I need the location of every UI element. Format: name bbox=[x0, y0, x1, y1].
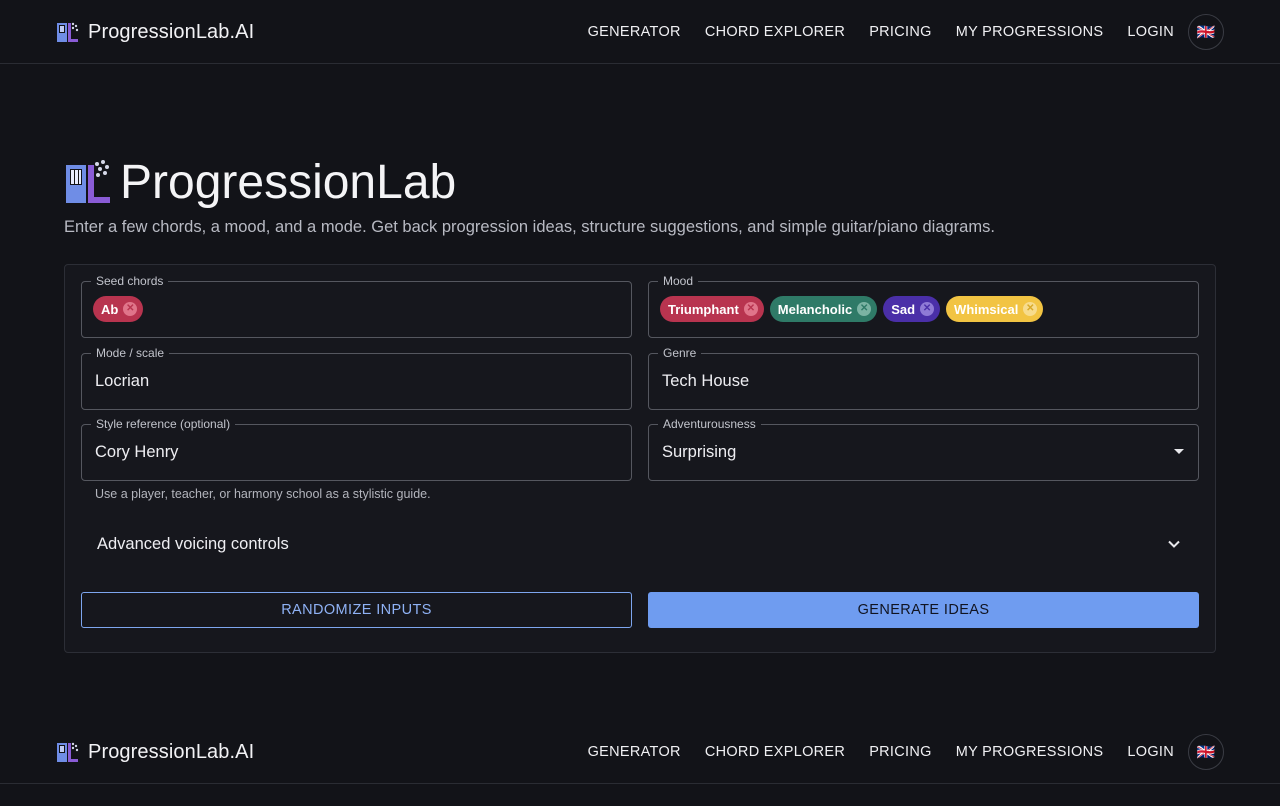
style-reference-helper: Use a player, teacher, or harmony school… bbox=[95, 487, 431, 501]
brand-name: ProgressionLab.AI bbox=[88, 740, 255, 763]
nav-generator[interactable]: GENERATOR bbox=[588, 744, 681, 760]
advanced-voicing-accordion[interactable]: Advanced voicing controls bbox=[82, 520, 1200, 568]
nav-chord-explorer[interactable]: CHORD EXPLORER bbox=[705, 24, 845, 40]
brand-link[interactable]: ProgressionLab.AI bbox=[56, 19, 254, 45]
language-button[interactable]: 🇬🇧 bbox=[1188, 734, 1224, 770]
remove-chip-icon[interactable]: ✕ bbox=[123, 302, 138, 316]
dropdown-arrow-icon[interactable] bbox=[1174, 449, 1184, 454]
nav-generator[interactable]: GENERATOR bbox=[588, 24, 681, 40]
adventurousness-label: Adventurousness bbox=[658, 417, 761, 431]
page-title: ProgressionLab bbox=[64, 152, 456, 212]
nav-login[interactable]: LOGIN bbox=[1127, 744, 1174, 760]
randomize-inputs-button[interactable]: RANDOMIZE INPUTS bbox=[81, 592, 632, 628]
seed-chords-label: Seed chords bbox=[91, 274, 169, 288]
chip-label: Sad bbox=[891, 301, 916, 317]
chip-label: Melancholic bbox=[777, 301, 853, 317]
chip-whimsical[interactable]: Whimsical ✕ bbox=[946, 296, 1044, 322]
page-subtitle: Enter a few chords, a mood, and a mode. … bbox=[64, 218, 995, 236]
style-reference-label: Style reference (optional) bbox=[91, 417, 236, 431]
chevron-down-icon bbox=[1168, 540, 1180, 548]
chip-ab[interactable]: Ab ✕ bbox=[93, 296, 144, 322]
mood-label: Mood bbox=[658, 274, 699, 288]
nav-pricing[interactable]: PRICING bbox=[869, 24, 932, 40]
brand-name: ProgressionLab.AI bbox=[88, 20, 255, 43]
uk-flag-icon: 🇬🇧 bbox=[1196, 24, 1216, 41]
mood-chips: Triumphant ✕ Melancholic ✕ Sad ✕ Whimsic… bbox=[660, 296, 1044, 322]
mode-label: Mode / scale bbox=[91, 346, 170, 360]
nav-my-progressions[interactable]: MY PROGRESSIONS bbox=[956, 24, 1104, 40]
top-navbar: ProgressionLab.AI GENERATOR CHORD EXPLOR… bbox=[0, 0, 1280, 64]
remove-chip-icon[interactable]: ✕ bbox=[920, 302, 935, 316]
chip-label: Ab bbox=[101, 301, 119, 317]
style-reference-field[interactable]: Style reference (optional) Cory Henry bbox=[81, 417, 632, 481]
nav-pricing[interactable]: PRICING bbox=[869, 744, 932, 760]
mood-field[interactable]: Mood Triumphant ✕ Melancholic ✕ Sad ✕ Wh… bbox=[648, 274, 1199, 338]
language-button[interactable]: 🇬🇧 bbox=[1188, 14, 1224, 50]
adventurousness-value: Surprising bbox=[662, 443, 737, 461]
nav-login[interactable]: LOGIN bbox=[1127, 24, 1174, 40]
advanced-voicing-label: Advanced voicing controls bbox=[97, 535, 289, 553]
chip-label: Triumphant bbox=[668, 301, 739, 317]
genre-value: Tech House bbox=[662, 372, 750, 390]
nav-chord-explorer[interactable]: CHORD EXPLORER bbox=[705, 744, 845, 760]
mode-field[interactable]: Mode / scale Locrian bbox=[81, 346, 632, 410]
remove-chip-icon[interactable]: ✕ bbox=[857, 302, 872, 316]
generate-ideas-button[interactable]: GENERATE IDEAS bbox=[648, 592, 1199, 628]
chip-sad[interactable]: Sad ✕ bbox=[883, 296, 941, 322]
genre-label: Genre bbox=[658, 346, 702, 360]
generator-form: Seed chords Ab ✕ Mood Triumphant ✕ Melan… bbox=[64, 264, 1216, 653]
mode-value: Locrian bbox=[95, 372, 150, 390]
nav-links: GENERATOR CHORD EXPLORER PRICING MY PROG… bbox=[588, 14, 1224, 50]
style-reference-value: Cory Henry bbox=[95, 443, 179, 461]
nav-links: GENERATOR CHORD EXPLORER PRICING MY PROG… bbox=[588, 734, 1224, 770]
remove-chip-icon[interactable]: ✕ bbox=[743, 302, 758, 316]
chip-melancholic[interactable]: Melancholic ✕ bbox=[769, 296, 878, 322]
chip-triumphant[interactable]: Triumphant ✕ bbox=[660, 296, 764, 322]
logo-icon bbox=[57, 742, 79, 762]
genre-field[interactable]: Genre Tech House bbox=[648, 346, 1199, 410]
bottom-navbar: ProgressionLab.AI GENERATOR CHORD EXPLOR… bbox=[0, 720, 1280, 784]
brand-link[interactable]: ProgressionLab.AI bbox=[56, 739, 254, 765]
nav-my-progressions[interactable]: MY PROGRESSIONS bbox=[956, 744, 1104, 760]
uk-flag-icon: 🇬🇧 bbox=[1196, 744, 1216, 761]
seed-chords-field[interactable]: Seed chords Ab ✕ bbox=[81, 274, 632, 338]
chip-label: Whimsical bbox=[954, 301, 1019, 317]
logo-icon bbox=[66, 160, 110, 203]
adventurousness-select[interactable]: Adventurousness Surprising bbox=[648, 417, 1199, 481]
logo-icon bbox=[57, 22, 79, 42]
title-text: ProgressionLab bbox=[120, 155, 457, 209]
seed-chords-chips: Ab ✕ bbox=[93, 296, 144, 322]
remove-chip-icon[interactable]: ✕ bbox=[1023, 302, 1038, 316]
